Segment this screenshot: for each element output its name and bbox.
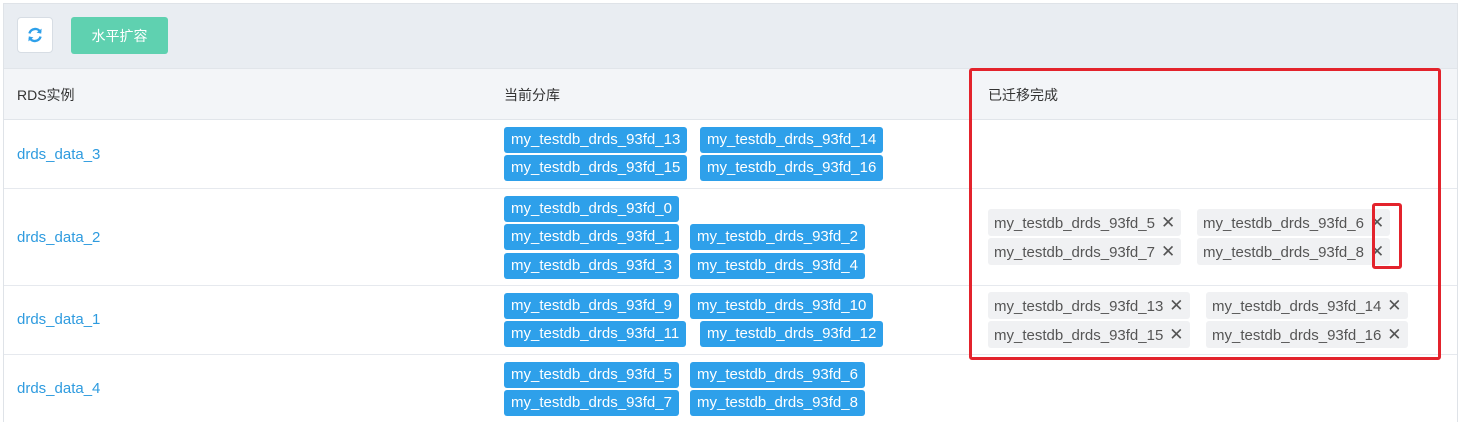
shard-tag: my_testdb_drds_93fd_0: [504, 196, 679, 222]
table-row: drds_data_3 my_testdb_drds_93fd_13 my_te…: [4, 120, 1457, 189]
remove-icon[interactable]: ✕: [1387, 321, 1401, 348]
shard-tag: my_testdb_drds_93fd_14: [700, 127, 884, 153]
remove-icon[interactable]: ✕: [1370, 238, 1384, 265]
migrated-tag-label: my_testdb_drds_93fd_8: [1203, 244, 1364, 261]
rds-instance-link[interactable]: drds_data_1: [17, 311, 100, 328]
remove-icon[interactable]: ✕: [1161, 209, 1175, 236]
migrated-tag-label: my_testdb_drds_93fd_14: [1212, 298, 1382, 315]
migrated-tag: my_testdb_drds_93fd_15 ✕: [988, 321, 1190, 348]
shard-tag: my_testdb_drds_93fd_2: [690, 224, 865, 250]
migrated-tag: my_testdb_drds_93fd_7 ✕: [988, 238, 1182, 265]
migrated-tag: my_testdb_drds_93fd_8 ✕: [1197, 238, 1391, 265]
migrated-tag-label: my_testdb_drds_93fd_13: [994, 298, 1164, 315]
table-row: drds_data_1 my_testdb_drds_93fd_9 my_tes…: [4, 286, 1457, 355]
migrated-tag: my_testdb_drds_93fd_5 ✕: [988, 209, 1182, 236]
rds-instance-link[interactable]: drds_data_2: [17, 229, 100, 246]
toolbar: 水平扩容: [4, 4, 1457, 68]
migrated-tag-label: my_testdb_drds_93fd_15: [994, 327, 1164, 344]
remove-icon[interactable]: ✕: [1169, 321, 1183, 348]
remove-icon[interactable]: ✕: [1161, 238, 1175, 265]
rds-instance-link[interactable]: drds_data_3: [17, 146, 100, 163]
shard-tag: my_testdb_drds_93fd_16: [700, 155, 884, 181]
header-current-shards: 当前分库: [504, 87, 560, 103]
migrated-tag-label: my_testdb_drds_93fd_7: [994, 244, 1155, 261]
shard-tag: my_testdb_drds_93fd_15: [504, 155, 688, 181]
shard-tag: my_testdb_drds_93fd_1: [504, 224, 679, 250]
shard-tag: my_testdb_drds_93fd_13: [504, 127, 688, 153]
migrated-tag: my_testdb_drds_93fd_14 ✕: [1206, 292, 1408, 319]
remove-icon[interactable]: ✕: [1387, 292, 1401, 319]
shard-tag: my_testdb_drds_93fd_6: [690, 362, 865, 388]
shard-tag: my_testdb_drds_93fd_7: [504, 390, 679, 416]
shard-tag: my_testdb_drds_93fd_4: [690, 253, 865, 279]
migrated-tag-label: my_testdb_drds_93fd_16: [1212, 327, 1382, 344]
shard-tag: my_testdb_drds_93fd_8: [690, 390, 865, 416]
shard-tag: my_testdb_drds_93fd_11: [504, 321, 687, 347]
shard-tag: my_testdb_drds_93fd_12: [700, 321, 884, 347]
remove-icon[interactable]: ✕: [1169, 292, 1183, 319]
refresh-button[interactable]: [17, 17, 53, 53]
refresh-icon: [28, 27, 42, 43]
migrated-tag: my_testdb_drds_93fd_6 ✕: [1197, 209, 1391, 236]
header-rds-instance: RDS实例: [17, 87, 75, 103]
shard-tag: my_testdb_drds_93fd_10: [690, 293, 874, 319]
rds-instance-link[interactable]: drds_data_4: [17, 380, 100, 397]
header-migrated: 已迁移完成: [988, 87, 1058, 103]
table-header: RDS实例 当前分库 已迁移完成: [4, 68, 1457, 120]
shard-tag: my_testdb_drds_93fd_9: [504, 293, 679, 319]
table-row: drds_data_2 my_testdb_drds_93fd_0 my_tes…: [4, 189, 1457, 286]
table-row: drds_data_4 my_testdb_drds_93fd_5 my_tes…: [4, 355, 1457, 422]
horizontal-scale-button[interactable]: 水平扩容: [71, 17, 168, 54]
remove-icon[interactable]: ✕: [1370, 209, 1384, 236]
shard-tag: my_testdb_drds_93fd_5: [504, 362, 679, 388]
migrated-tag: my_testdb_drds_93fd_13 ✕: [988, 292, 1190, 319]
shard-tag: my_testdb_drds_93fd_3: [504, 253, 679, 279]
migrated-tag: my_testdb_drds_93fd_16 ✕: [1206, 321, 1408, 348]
migrated-tag-label: my_testdb_drds_93fd_5: [994, 215, 1155, 232]
migrated-tag-label: my_testdb_drds_93fd_6: [1203, 215, 1364, 232]
